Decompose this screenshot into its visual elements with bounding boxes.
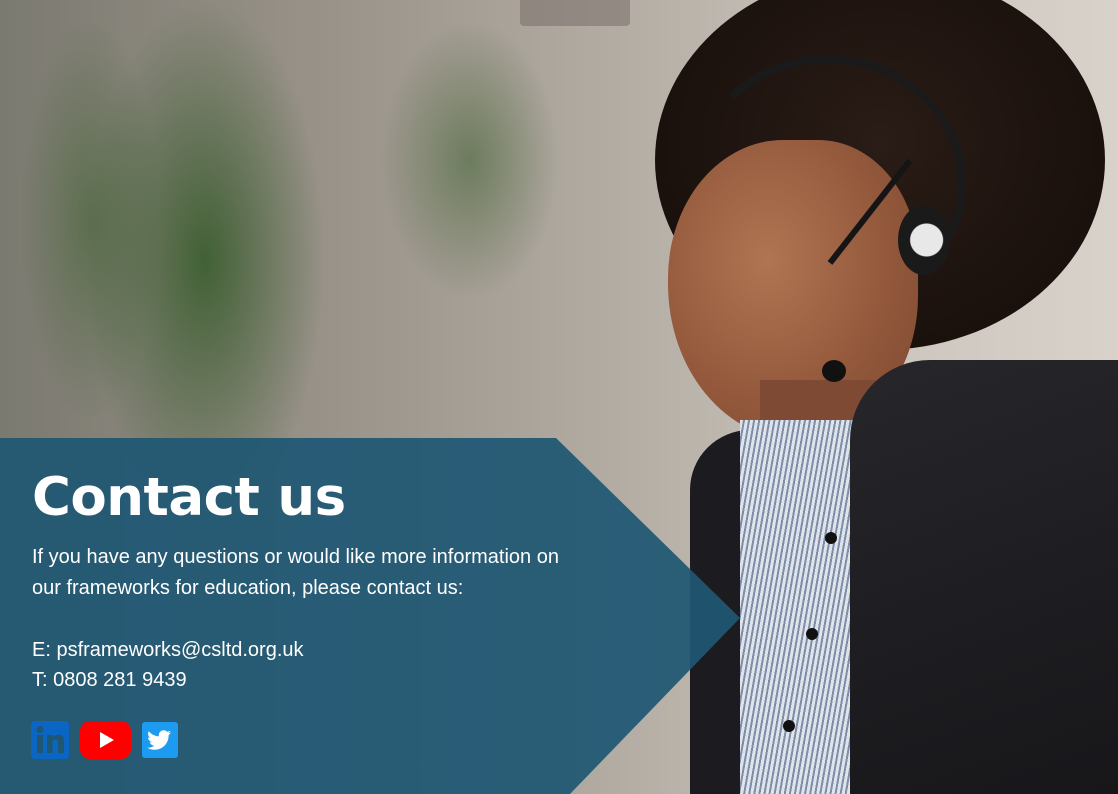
email-line: E: psframeworks@csltd.org.uk [32,635,672,665]
headset-earpiece [898,205,950,275]
intro-line: our frameworks for education, please con… [32,577,464,599]
shirt-button [825,532,837,544]
contact-panel: Contact us If you have any questions or … [0,438,740,794]
person-jacket-right [850,360,1118,794]
email-label: E: [32,639,51,661]
contact-details: E: psframeworks@csltd.org.uk T: 0808 281… [32,635,672,695]
twitter-icon[interactable] [142,721,178,759]
intro-text: If you have any questions or would like … [32,542,632,604]
wall-picture-frame [520,0,630,26]
shirt-button [806,628,818,640]
email-link[interactable]: psframeworks@csltd.org.uk [56,639,303,661]
phone-link[interactable]: 0808 281 9439 [53,669,186,691]
youtube-icon[interactable] [80,721,131,759]
contact-content: Contact us If you have any questions or … [32,466,672,695]
phone-line: T: 0808 281 9439 [32,665,672,695]
shirt-button [783,720,795,732]
linkedin-icon[interactable] [31,721,69,759]
phone-label: T: [32,669,48,691]
headset-microphone [822,360,846,382]
page-title: Contact us [32,467,346,528]
intro-line: If you have any questions or would like … [32,546,559,568]
